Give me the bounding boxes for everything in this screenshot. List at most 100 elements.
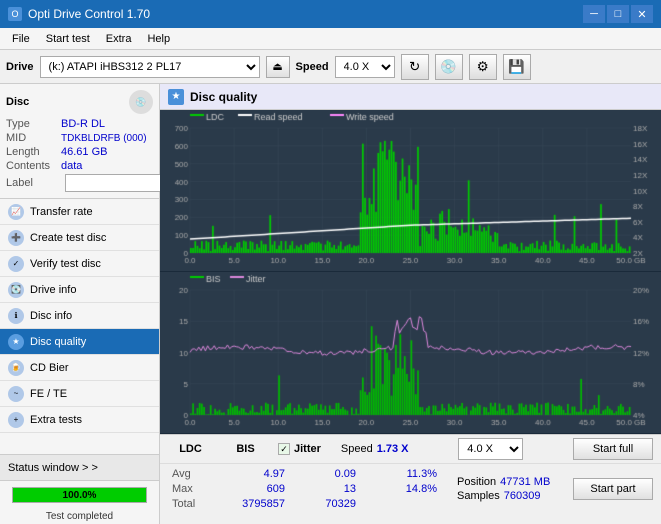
stats-bar: LDC BIS ✓ Jitter Speed 1.73 X 4.0 X (160, 434, 661, 524)
ldc-avg: 4.97 (219, 467, 289, 481)
disc-info-panel: Disc 💿 Type BD-R DL MID TDKBLDRFB (000) … (0, 84, 159, 199)
fe-te-icon: ~ (8, 386, 24, 402)
jitter-checkbox[interactable]: ✓ (278, 443, 290, 455)
sidebar-item-transfer-rate-label: Transfer rate (30, 206, 93, 218)
speed-stat-value: 1.73 X (377, 443, 409, 455)
samples-value: 760309 (504, 490, 541, 502)
ldc-total: 3795857 (219, 497, 289, 511)
disc-mid-value: TDKBLDRFB (000) (61, 133, 147, 144)
max-label: Max (168, 482, 218, 496)
sidebar-item-extra-tests[interactable]: + Extra tests (0, 407, 159, 433)
verify-test-disc-icon: ✓ (8, 256, 24, 272)
drive-info-icon: 💽 (8, 282, 24, 298)
disc-button[interactable]: 💿 (435, 54, 463, 80)
app-icon: O (8, 7, 22, 21)
progress-text: 100.0% (13, 488, 146, 502)
menu-bar: File Start test Extra Help (0, 28, 661, 50)
speed-output-select[interactable]: 4.0 X (458, 438, 523, 460)
sidebar: Disc 💿 Type BD-R DL MID TDKBLDRFB (000) … (0, 84, 160, 524)
extra-tests-icon: + (8, 412, 24, 428)
position-label: Position (457, 476, 496, 488)
jitter-avg: 11.3% (361, 467, 441, 481)
sidebar-item-disc-info[interactable]: ℹ Disc info (0, 303, 159, 329)
jitter-header: Jitter (294, 443, 321, 455)
drive-toolbar: Drive (k:) ATAPI iHBS312 2 PL17 ⏏ Speed … (0, 50, 661, 84)
bis-total: 70329 (290, 497, 360, 511)
sidebar-item-fe-te-label: FE / TE (30, 388, 67, 400)
disc-length-value: 46.61 GB (61, 146, 107, 158)
position-value: 47731 MB (500, 476, 550, 488)
start-part-button[interactable]: Start part (573, 478, 653, 500)
disc-icon: 💿 (129, 90, 153, 114)
maximize-button[interactable]: □ (607, 5, 629, 23)
menu-help[interactable]: Help (139, 31, 178, 47)
bis-max: 13 (290, 482, 360, 496)
sidebar-item-fe-te[interactable]: ~ FE / TE (0, 381, 159, 407)
disc-quality-title: Disc quality (190, 90, 257, 104)
sidebar-item-verify-test-disc[interactable]: ✓ Verify test disc (0, 251, 159, 277)
status-text: Test completed (0, 509, 159, 524)
sidebar-item-extra-tests-label: Extra tests (30, 414, 82, 426)
content-area: ★ Disc quality LDC BIS (160, 84, 661, 524)
create-test-disc-icon: ➕ (8, 230, 24, 246)
sidebar-item-drive-info[interactable]: 💽 Drive info (0, 277, 159, 303)
disc-contents-value: data (61, 160, 82, 172)
transfer-rate-icon: 📈 (8, 204, 24, 220)
chart-upper (160, 110, 661, 272)
avg-label: Avg (168, 467, 218, 481)
sidebar-item-transfer-rate[interactable]: 📈 Transfer rate (0, 199, 159, 225)
menu-extra[interactable]: Extra (98, 31, 140, 47)
ldc-header: LDC (179, 443, 202, 455)
close-button[interactable]: ✕ (631, 5, 653, 23)
drive-label: Drive (6, 61, 34, 73)
sidebar-item-cd-bier-label: CD Bier (30, 362, 69, 374)
sidebar-item-cd-bier[interactable]: 🍺 CD Bier (0, 355, 159, 381)
stats-table: Avg 4.97 0.09 11.3% Max 609 13 14.8% Tot… (168, 467, 441, 511)
title-bar: O Opti Drive Control 1.70 ─ □ ✕ (0, 0, 661, 28)
refresh-button[interactable]: ↻ (401, 54, 429, 80)
bis-avg: 0.09 (290, 467, 360, 481)
disc-quality-header-icon: ★ (168, 89, 184, 105)
disc-quality-icon: ★ (8, 334, 24, 350)
speed-select[interactable]: 4.0 X (335, 56, 395, 78)
disc-label-label: Label (6, 177, 61, 189)
disc-type-value: BD-R DL (61, 118, 105, 130)
sidebar-item-verify-test-disc-label: Verify test disc (30, 258, 101, 270)
minimize-button[interactable]: ─ (583, 5, 605, 23)
settings-button[interactable]: ⚙ (469, 54, 497, 80)
disc-length-label: Length (6, 146, 61, 158)
ldc-max: 609 (219, 482, 289, 496)
eject-button[interactable]: ⏏ (266, 56, 290, 78)
disc-info-icon: ℹ (8, 308, 24, 324)
sidebar-item-disc-quality[interactable]: ★ Disc quality (0, 329, 159, 355)
sidebar-item-create-test-disc[interactable]: ➕ Create test disc (0, 225, 159, 251)
disc-contents-label: Contents (6, 160, 61, 172)
charts-container (160, 110, 661, 434)
sidebar-item-drive-info-label: Drive info (30, 284, 76, 296)
start-full-button[interactable]: Start full (573, 438, 653, 460)
total-label: Total (168, 497, 218, 511)
disc-mid-label: MID (6, 132, 61, 144)
ldc-chart (160, 110, 661, 271)
disc-quality-header: ★ Disc quality (160, 84, 661, 110)
menu-file[interactable]: File (4, 31, 38, 47)
save-button[interactable]: 💾 (503, 54, 531, 80)
bis-chart (160, 272, 661, 433)
sidebar-status: Status window > > 100.0% Test completed (0, 454, 159, 524)
sidebar-item-create-test-disc-label: Create test disc (30, 232, 106, 244)
sidebar-item-disc-info-label: Disc info (30, 310, 72, 322)
jitter-max: 14.8% (361, 482, 441, 496)
status-window-label: Status window > > (8, 462, 98, 474)
menu-start-test[interactable]: Start test (38, 31, 98, 47)
chart-lower (160, 272, 661, 434)
app-title: Opti Drive Control 1.70 (28, 7, 150, 21)
sidebar-item-disc-quality-label: Disc quality (30, 336, 86, 348)
speed-stat-label: Speed (341, 443, 373, 455)
disc-section-title: Disc (6, 96, 29, 108)
disc-type-label: Type (6, 118, 61, 130)
progress-bar-container: 100.0% (12, 487, 147, 503)
cd-bier-icon: 🍺 (8, 360, 24, 376)
bis-header: BIS (236, 443, 254, 455)
drive-select[interactable]: (k:) ATAPI iHBS312 2 PL17 (40, 56, 260, 78)
status-window-button[interactable]: Status window > > (0, 455, 159, 481)
